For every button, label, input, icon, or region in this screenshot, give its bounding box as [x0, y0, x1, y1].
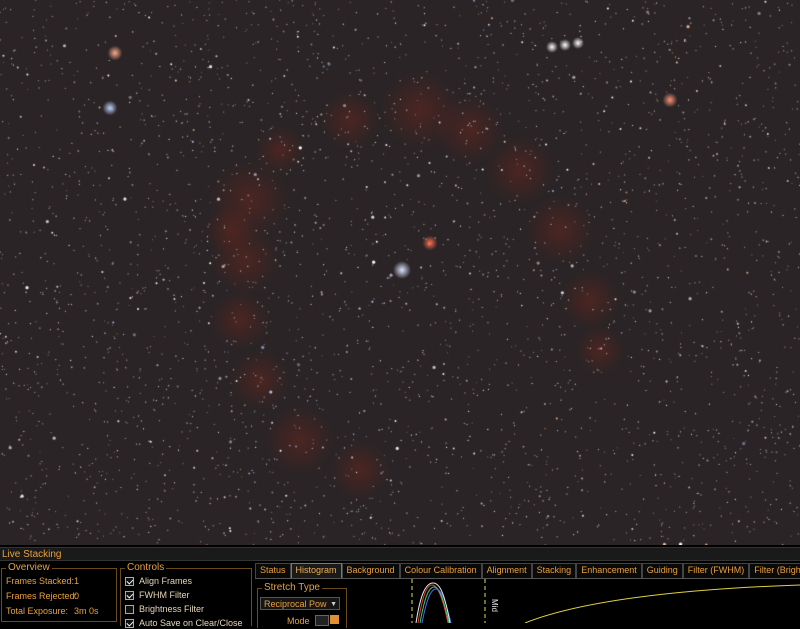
overview-group: Overview Frames Stacked: 1 Frames Reject…	[1, 562, 117, 622]
histogram-plot[interactable]: Mid	[350, 579, 800, 623]
fwhm-filter-checkbox[interactable]	[125, 590, 134, 600]
tab-status[interactable]: Status	[255, 563, 291, 578]
tab-bar: Status Histogram Background Colour Calibrat…	[255, 563, 800, 578]
frames-rejected-value: 0	[74, 591, 80, 601]
fwhm-filter-label: FWHM Filter	[139, 590, 190, 600]
stretch-type-value: Reciprocal Pow	[264, 599, 327, 609]
align-frames-checkbox[interactable]	[125, 576, 134, 586]
auto-save-label: Auto Save on Clear/Close	[139, 618, 243, 628]
align-frames-checkbox-row[interactable]: Align Frames	[125, 575, 192, 587]
tab-filter-brightness[interactable]: Filter (Brightness)	[749, 563, 800, 578]
stretch-curve	[524, 584, 800, 623]
stacked-image-view[interactable]	[0, 0, 800, 545]
total-exposure-value: 3m 0s	[74, 606, 99, 616]
histogram-green-curve	[419, 586, 450, 623]
align-frames-label: Align Frames	[139, 576, 193, 586]
stretch-type-title: Stretch Type	[262, 582, 322, 594]
frames-stacked-value: 1	[74, 576, 80, 586]
tab-filter-fwhm[interactable]: Filter (FWHM)	[682, 563, 750, 578]
live-stacking-panel: Live Stacking Overview Frames Stacked: 1…	[0, 545, 800, 628]
auto-save-checkbox-row[interactable]: Auto Save on Clear/Close	[125, 617, 243, 629]
tab-colour-calibration[interactable]: Colour Calibration	[399, 563, 482, 578]
brightness-filter-checkbox-row[interactable]: Brightness Filter	[125, 603, 204, 615]
auto-save-checkbox[interactable]	[125, 618, 134, 628]
fwhm-filter-checkbox-row[interactable]: FWHM Filter	[125, 589, 190, 601]
mid-point-label: Mid	[490, 599, 499, 612]
tab-guiding[interactable]: Guiding	[641, 563, 683, 578]
total-exposure-label: Total Exposure:	[6, 606, 69, 616]
mode-spinner[interactable]	[330, 615, 339, 624]
controls-group: Controls Align Frames FWHM Filter Bright…	[120, 562, 252, 629]
tab-alignment[interactable]: Alignment	[481, 563, 532, 578]
histogram-tab-panel: Stretch Type Reciprocal Pow ▼ Mode Mid	[255, 578, 800, 628]
mode-input[interactable]	[315, 615, 329, 626]
overview-title: Overview	[6, 562, 52, 574]
frames-rejected-row: Frames Rejected: 0	[6, 590, 80, 602]
tab-stacking[interactable]: Stacking	[531, 563, 577, 578]
mode-label: Mode	[287, 616, 310, 626]
tab-histogram[interactable]: Histogram	[290, 563, 342, 578]
stretch-type-select[interactable]: Reciprocal Pow ▼	[260, 597, 340, 610]
brightness-filter-label: Brightness Filter	[139, 604, 205, 614]
tab-background[interactable]: Background	[341, 563, 400, 578]
chevron-down-icon: ▼	[330, 601, 337, 608]
frames-stacked-row: Frames Stacked: 1	[6, 575, 79, 587]
panel-title: Live Stacking	[0, 547, 800, 561]
tab-enhancement[interactable]: Enhancement	[576, 563, 642, 578]
frames-stacked-label: Frames Stacked:	[6, 576, 75, 586]
controls-title: Controls	[125, 562, 167, 574]
frames-rejected-label: Frames Rejected:	[6, 591, 78, 601]
total-exposure-row: Total Exposure: 3m 0s	[6, 605, 99, 617]
brightness-filter-checkbox[interactable]	[125, 604, 134, 614]
